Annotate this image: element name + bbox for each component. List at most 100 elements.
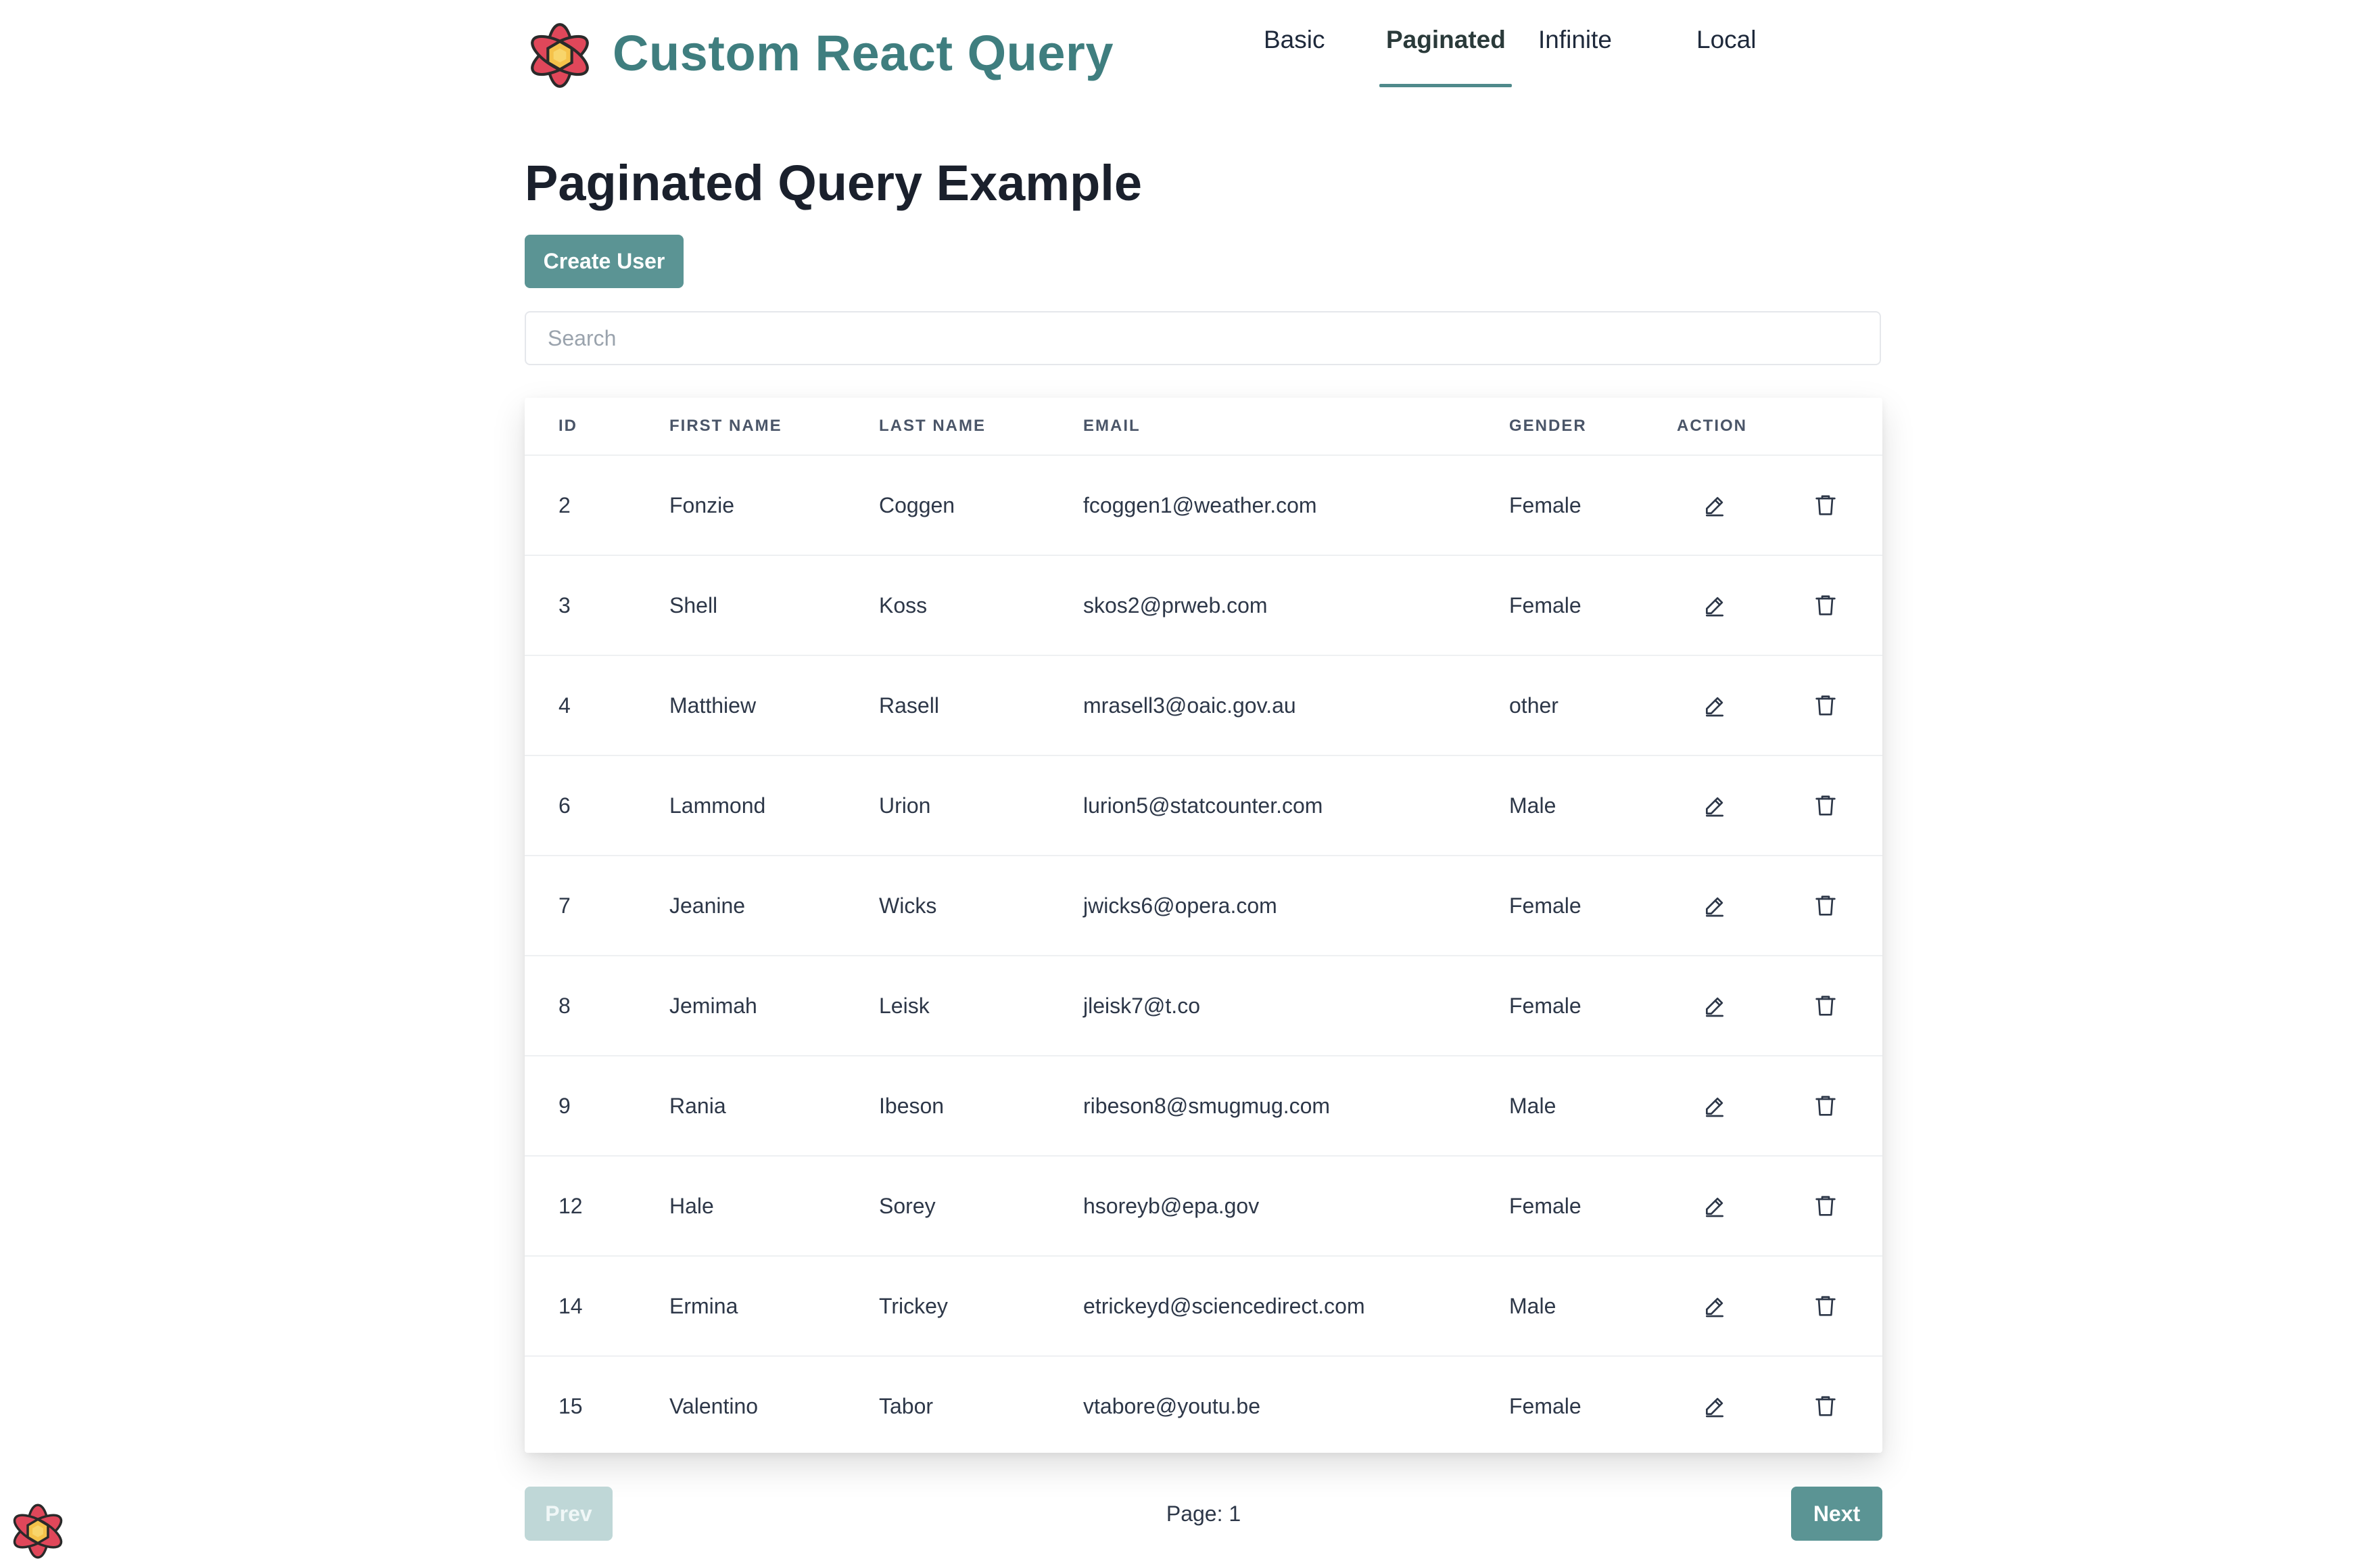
cell-email: ribeson8@smugmug.com [1083,1056,1509,1157]
table-row: 2 Fonzie Coggen fcoggen1@weather.com Female [525,455,1882,556]
cell-gender: Female [1509,956,1677,1056]
cell-id: 7 [525,856,669,956]
cell-edit [1677,1056,1788,1157]
page-title: Paginated Query Example [525,155,1143,211]
table-row: 3 Shell Koss skos2@prweb.com Female [525,555,1882,656]
users-table-card: ID FIRST NAME LAST NAME EMAIL GENDER ACT… [525,398,1882,1453]
nav-infinite[interactable]: Infinite [1538,26,1612,54]
trash-icon[interactable] [1812,592,1839,619]
cell-last-name: Urion [879,755,1083,856]
header-spacer [1788,398,1882,456]
cell-edit [1677,856,1788,956]
nav-local[interactable]: Local [1696,26,1756,54]
pencil-icon[interactable] [1701,1292,1728,1320]
react-query-devtools-toggle-icon[interactable] [8,1501,68,1561]
cell-delete [1788,455,1882,556]
header-id: ID [525,398,669,456]
pencil-icon[interactable] [1701,1393,1728,1420]
table-row: 14 Ermina Trickey etrickeyd@sciencedirect.c… [525,1256,1882,1357]
app-container: Custom React Query Basic Paginated Infin… [525,0,1882,1541]
cell-email: vtabore@youtu.be [1083,1393,1260,1418]
cell-delete [1788,755,1882,856]
cell-email: fcoggen1@weather.com [1083,455,1509,556]
cell-last-name: Coggen [879,455,1083,556]
cell-id: 8 [525,956,669,1056]
cell-delete [1788,856,1882,956]
cell-first-name: Valentino [669,1393,759,1418]
cell-edit [1677,956,1788,1056]
pencil-icon[interactable] [1701,1192,1728,1219]
cell-gender: Male [1509,755,1677,856]
cell-gender: Female [1509,455,1677,556]
cell-edit [1677,1156,1788,1257]
cell-delete [1788,555,1882,656]
trash-icon[interactable] [1812,1393,1839,1420]
search-input[interactable] [525,311,1881,365]
cell-edit [1677,655,1788,756]
cell-delete [1788,956,1882,1056]
table-header-row: ID FIRST NAME LAST NAME EMAIL GENDER ACT… [525,398,1882,456]
cell-gender: Female [1509,1393,1581,1418]
cell-edit [1677,555,1788,656]
cell-edit [1677,455,1788,556]
header-first-name: FIRST NAME [669,398,879,456]
table-row: 4 Matthiew Rasell mrasell3@oaic.gov.au other [525,655,1882,756]
cell-last-name: Koss [879,555,1083,656]
header: Custom React Query Basic Paginated Infin… [525,0,1882,211]
cell-last-name: Wicks [879,856,1083,956]
cell-last-name: Sorey [879,1156,1083,1257]
cell-first-name: Lammond [669,755,879,856]
trash-icon[interactable] [1812,492,1839,519]
pencil-icon[interactable] [1701,692,1728,719]
cell-gender: other [1509,655,1677,756]
pencil-icon[interactable] [1701,892,1728,919]
table-row: 15 Valentino Tabor vtabore@youtu.be Female [525,1356,1882,1455]
pencil-icon[interactable] [1701,1092,1728,1119]
cell-delete [1788,1156,1882,1257]
trash-icon[interactable] [1812,692,1839,719]
cell-first-name: Jemimah [669,956,879,1056]
trash-icon[interactable] [1812,792,1839,819]
next-button[interactable]: Next [1791,1487,1882,1541]
cell-first-name: Ermina [669,1256,879,1357]
trash-icon[interactable] [1812,1292,1839,1320]
cell-id: 15 [558,1393,583,1418]
nav-basic[interactable]: Basic [1264,26,1325,54]
trash-icon[interactable] [1812,1092,1839,1119]
cell-id: 4 [525,655,669,756]
cell-id: 12 [525,1156,669,1257]
header-last-name: LAST NAME [879,398,1083,456]
cell-first-name: Hale [669,1156,879,1257]
page-indicator: Page: 1 [1166,1501,1241,1526]
header-action: ACTION [1677,398,1788,456]
table-row: 6 Lammond Urion lurion5@statcounter.com Male [525,755,1882,856]
trash-icon[interactable] [1812,992,1839,1019]
cell-edit [1677,1356,1788,1455]
cell-email: jleisk7@t.co [1083,956,1509,1056]
cell-email: mrasell3@oaic.gov.au [1083,655,1509,756]
create-user-button[interactable]: Create User [525,235,684,288]
cell-gender: Female [1509,555,1677,656]
trash-icon[interactable] [1812,1192,1839,1219]
pencil-icon[interactable] [1701,792,1728,819]
cell-first-name: Rania [669,1056,879,1157]
cell-gender: Female [1509,856,1677,956]
pagination: Prev Page: 1 Next [525,1487,1882,1541]
app-title: Custom React Query [613,25,1114,81]
cell-id: 14 [525,1256,669,1357]
cell-delete [1788,1256,1882,1357]
users-table: ID FIRST NAME LAST NAME EMAIL GENDER ACT… [525,398,1882,1455]
pencil-icon[interactable] [1701,992,1728,1019]
pencil-icon[interactable] [1701,592,1728,619]
trash-icon[interactable] [1812,892,1839,919]
cell-gender: Male [1509,1256,1677,1357]
cell-email: jwicks6@opera.com [1083,856,1509,956]
table-row: 9 Rania Ibeson ribeson8@smugmug.com Male [525,1056,1882,1157]
cell-last-name: Rasell [879,655,1083,756]
pencil-icon[interactable] [1701,492,1728,519]
react-query-logo-icon [525,20,595,91]
nav-paginated[interactable]: Paginated [1386,26,1506,54]
header-email: EMAIL [1083,398,1509,456]
cell-last-name: Ibeson [879,1056,1083,1157]
cell-delete [1788,1356,1882,1455]
